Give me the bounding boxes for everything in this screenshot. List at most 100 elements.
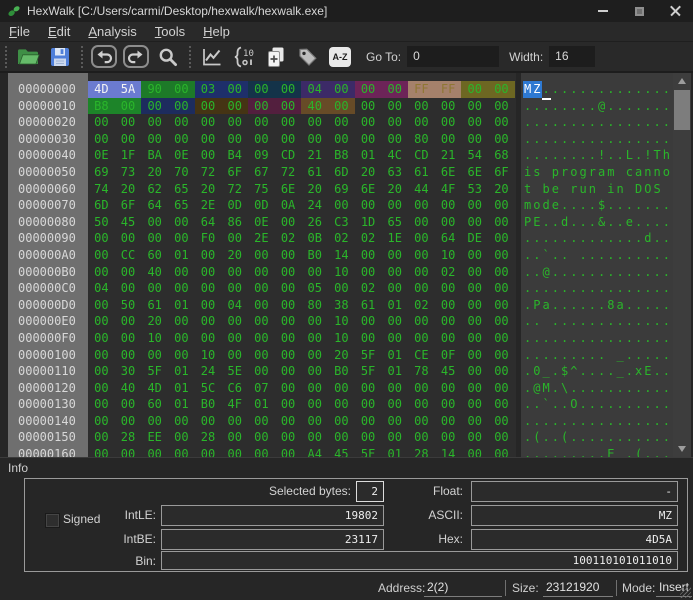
ascii-row[interactable]: .(..(........... bbox=[523, 429, 673, 446]
hex-byte[interactable]: 00 bbox=[435, 429, 462, 446]
hex-byte[interactable]: 00 bbox=[488, 446, 515, 457]
hex-byte[interactable]: 00 bbox=[275, 297, 302, 314]
hex-byte[interactable]: 61 bbox=[301, 164, 328, 181]
hex-byte[interactable]: 4D bbox=[141, 380, 168, 397]
hex-byte[interactable]: 00 bbox=[355, 81, 382, 98]
hex-byte[interactable]: B0 bbox=[301, 247, 328, 264]
hex-byte[interactable]: 00 bbox=[461, 313, 488, 330]
hex-byte[interactable]: 80 bbox=[301, 297, 328, 314]
chart-button[interactable] bbox=[198, 43, 226, 70]
hex-byte[interactable]: 00 bbox=[195, 330, 222, 347]
hex-byte[interactable]: 00 bbox=[408, 380, 435, 397]
hex-byte[interactable]: 6E bbox=[461, 164, 488, 181]
hex-byte[interactable]: 00 bbox=[141, 280, 168, 297]
hex-byte[interactable]: 72 bbox=[221, 181, 248, 198]
open-file-button[interactable] bbox=[14, 43, 42, 70]
hex-byte[interactable]: 00 bbox=[168, 214, 195, 231]
hex-byte[interactable]: 00 bbox=[248, 98, 275, 115]
vertical-scrollbar[interactable] bbox=[673, 73, 691, 457]
hex-byte[interactable]: 05 bbox=[301, 280, 328, 297]
hex-byte[interactable]: 00 bbox=[355, 247, 382, 264]
hex-byte[interactable]: 00 bbox=[275, 330, 302, 347]
hex-byte[interactable]: 65 bbox=[381, 214, 408, 231]
hex-byte[interactable]: 61 bbox=[355, 297, 382, 314]
hex-byte[interactable]: 21 bbox=[301, 147, 328, 164]
hex-byte[interactable]: 00 bbox=[88, 429, 115, 446]
hex-byte[interactable]: 00 bbox=[115, 98, 142, 115]
hex-byte[interactable]: 0E bbox=[248, 214, 275, 231]
hex-byte[interactable]: B8 bbox=[328, 147, 355, 164]
hex-byte[interactable]: 00 bbox=[301, 363, 328, 380]
ascii-row[interactable]: ..`..O.......... bbox=[523, 396, 673, 413]
hex-byte[interactable]: 00 bbox=[221, 313, 248, 330]
hex-byte[interactable]: 40 bbox=[115, 380, 142, 397]
ascii-row[interactable]: ..@............. bbox=[523, 264, 673, 281]
hex-byte[interactable]: 00 bbox=[275, 81, 302, 98]
hex-byte[interactable]: 00 bbox=[381, 98, 408, 115]
hex-byte[interactable]: 00 bbox=[141, 214, 168, 231]
hex-byte[interactable]: 00 bbox=[88, 413, 115, 430]
hex-byte[interactable]: 00 bbox=[488, 380, 515, 397]
hex-byte[interactable]: 00 bbox=[488, 429, 515, 446]
hex-byte[interactable]: 6D bbox=[328, 164, 355, 181]
ascii-row[interactable]: ..`.. .......... bbox=[523, 247, 673, 264]
hex-byte[interactable]: 5F bbox=[355, 446, 382, 457]
hex-byte[interactable]: 00 bbox=[408, 313, 435, 330]
hex-byte[interactable]: 00 bbox=[168, 131, 195, 148]
hex-byte[interactable]: 00 bbox=[275, 429, 302, 446]
hex-byte[interactable]: DE bbox=[461, 230, 488, 247]
ascii-row[interactable]: t be run in DOS bbox=[523, 181, 673, 198]
hex-byte[interactable]: 00 bbox=[301, 380, 328, 397]
hex-byte[interactable]: 61 bbox=[408, 164, 435, 181]
hex-byte[interactable]: 00 bbox=[355, 264, 382, 281]
hex-byte[interactable]: 00 bbox=[328, 114, 355, 131]
hex-byte[interactable]: 00 bbox=[168, 230, 195, 247]
hex-byte[interactable]: 01 bbox=[248, 396, 275, 413]
hex-byte[interactable]: 00 bbox=[275, 313, 302, 330]
hex-byte[interactable]: 00 bbox=[275, 264, 302, 281]
hex-field[interactable]: 4D5A bbox=[471, 529, 678, 550]
hex-byte[interactable]: 00 bbox=[115, 230, 142, 247]
hex-byte[interactable]: 04 bbox=[221, 297, 248, 314]
hex-byte[interactable]: 00 bbox=[248, 429, 275, 446]
hex-byte[interactable]: 00 bbox=[488, 214, 515, 231]
redo-button[interactable] bbox=[122, 43, 150, 70]
hex-byte[interactable]: 65 bbox=[168, 197, 195, 214]
hex-byte[interactable]: 6D bbox=[88, 197, 115, 214]
hex-byte[interactable]: 00 bbox=[248, 446, 275, 457]
hex-byte[interactable]: 00 bbox=[88, 114, 115, 131]
hex-byte[interactable]: 01 bbox=[355, 147, 382, 164]
hex-byte[interactable]: 00 bbox=[461, 114, 488, 131]
hex-byte[interactable]: 00 bbox=[88, 363, 115, 380]
hex-byte[interactable]: 5E bbox=[221, 363, 248, 380]
hex-byte[interactable]: 00 bbox=[355, 413, 382, 430]
hex-byte[interactable]: 00 bbox=[381, 197, 408, 214]
hex-byte[interactable]: 00 bbox=[88, 330, 115, 347]
hex-byte[interactable]: 20 bbox=[195, 181, 222, 198]
hex-byte[interactable]: 00 bbox=[195, 98, 222, 115]
hex-byte[interactable]: 00 bbox=[168, 330, 195, 347]
ascii-field[interactable]: MZ bbox=[471, 505, 678, 526]
hex-byte[interactable]: 00 bbox=[141, 114, 168, 131]
hex-byte[interactable]: 00 bbox=[381, 81, 408, 98]
hex-byte[interactable]: 00 bbox=[168, 98, 195, 115]
hex-byte[interactable]: 5F bbox=[355, 363, 382, 380]
hex-byte[interactable]: 00 bbox=[168, 413, 195, 430]
hex-byte[interactable]: 01 bbox=[381, 446, 408, 457]
ascii-row[interactable]: MZ.............. bbox=[523, 81, 673, 98]
hex-byte-grid[interactable]: 4D5A90000300000004000000FFFF0000B8000000… bbox=[88, 73, 516, 457]
hex-byte[interactable]: 00 bbox=[461, 81, 488, 98]
hex-byte[interactable]: 00 bbox=[301, 330, 328, 347]
hex-byte[interactable]: 02 bbox=[355, 230, 382, 247]
hex-byte[interactable]: 00 bbox=[168, 280, 195, 297]
hex-byte[interactable]: 90 bbox=[141, 81, 168, 98]
hex-byte[interactable]: 00 bbox=[248, 247, 275, 264]
hex-byte[interactable]: 00 bbox=[355, 330, 382, 347]
hex-byte[interactable]: 00 bbox=[168, 264, 195, 281]
ascii-row[interactable]: ................ bbox=[523, 413, 673, 430]
hex-byte[interactable]: 00 bbox=[381, 114, 408, 131]
hex-byte[interactable]: 01 bbox=[381, 297, 408, 314]
hex-byte[interactable]: 00 bbox=[115, 131, 142, 148]
hex-byte[interactable]: 00 bbox=[488, 313, 515, 330]
hex-byte[interactable]: 02 bbox=[355, 280, 382, 297]
